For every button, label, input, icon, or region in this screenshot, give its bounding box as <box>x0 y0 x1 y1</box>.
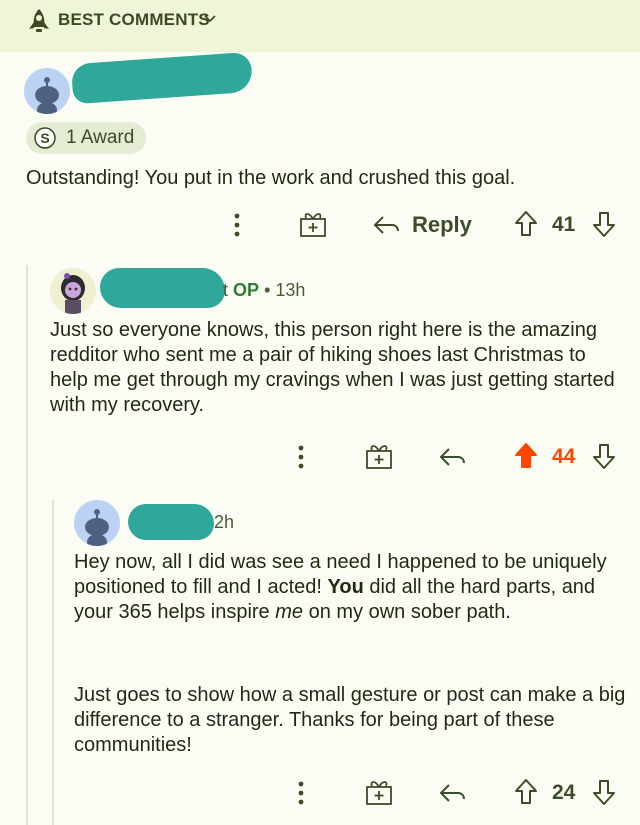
give-award-icon[interactable] <box>298 210 328 238</box>
more-options-icon[interactable] <box>296 780 306 806</box>
give-award-icon[interactable] <box>364 778 394 806</box>
upvote-icon[interactable] <box>514 210 538 238</box>
svg-text:S: S <box>40 130 49 146</box>
custom-avatar-icon <box>61 273 85 314</box>
comment-meta: t OP • 13h <box>223 280 305 301</box>
reply-arrow-icon <box>373 216 399 234</box>
redacted-username <box>128 504 214 540</box>
vote-score: 44 <box>552 445 576 468</box>
redacted-username <box>100 268 225 308</box>
body-italic-segment: me <box>275 601 304 623</box>
comment-age: 2h <box>214 512 235 532</box>
sort-bar[interactable]: BEST COMMENTS <box>0 0 640 52</box>
snoo-avatar-icon <box>85 509 109 546</box>
chevron-down-icon <box>204 15 216 23</box>
reply-button[interactable]: Reply <box>372 208 472 242</box>
reply-arrow-icon[interactable] <box>438 446 466 468</box>
comment-body: Hey now, all I did was see a need I happ… <box>74 550 634 625</box>
vote-score: 41 <box>552 213 576 236</box>
redacted-username <box>70 51 254 105</box>
downvote-icon[interactable] <box>592 778 616 806</box>
reply-label: Reply <box>412 212 472 237</box>
comment-age: 13h <box>275 280 306 300</box>
thread-line[interactable] <box>26 265 28 825</box>
sort-label: BEST COMMENTS <box>58 10 210 29</box>
upvote-icon[interactable] <box>514 778 538 806</box>
award-count: 1 Award <box>66 127 135 148</box>
award-badge[interactable]: S 1 Award <box>26 122 147 154</box>
downvote-icon[interactable] <box>592 442 616 470</box>
avatar[interactable] <box>24 68 70 114</box>
thread-line[interactable] <box>52 500 54 825</box>
more-options-icon[interactable] <box>296 444 306 470</box>
comment-body-paragraph-2: Just goes to show how a small gesture or… <box>74 684 626 756</box>
upvote-icon[interactable] <box>514 442 538 470</box>
snoo-avatar-icon <box>35 77 59 114</box>
body-bold-segment: You <box>327 576 364 598</box>
silver-award-icon: S <box>34 127 56 149</box>
comment-body: Just so everyone knows, this person righ… <box>50 319 615 416</box>
rocket-icon <box>29 9 49 32</box>
avatar[interactable] <box>50 268 96 314</box>
op-badge: OP <box>233 280 260 300</box>
more-options-icon[interactable] <box>232 212 242 238</box>
downvote-icon[interactable] <box>592 210 616 238</box>
comment-body: Outstanding! You put in the work and cru… <box>26 167 516 189</box>
meta-separator: • <box>264 280 271 300</box>
reply-arrow-icon[interactable] <box>438 782 466 804</box>
vote-score: 24 <box>552 781 576 804</box>
author-suffix: t <box>223 280 229 300</box>
give-award-icon[interactable] <box>364 442 394 470</box>
body-text-segment: on my own sober path. <box>303 601 511 623</box>
avatar[interactable] <box>74 500 120 546</box>
